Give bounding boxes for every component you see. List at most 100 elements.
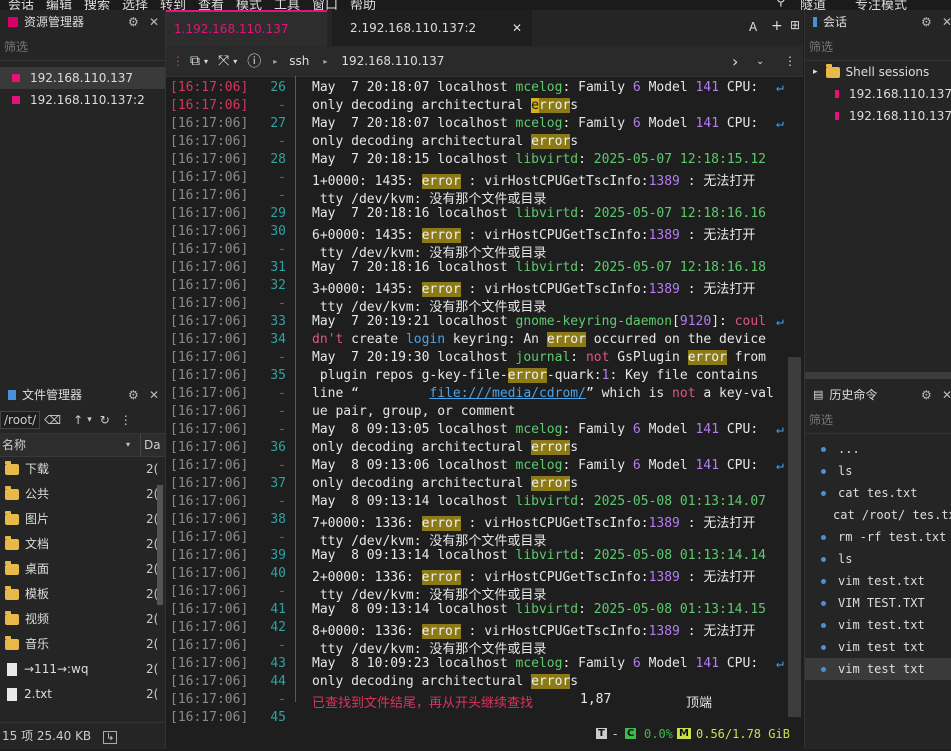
close-icon[interactable]: ✕: [942, 383, 951, 407]
file-row[interactable]: 图片 2(: [0, 507, 165, 532]
line-number: 29: [270, 206, 286, 221]
history-item[interactable]: ls: [805, 460, 951, 482]
new-tab-icon[interactable]: +: [771, 18, 783, 34]
close-icon[interactable]: ✕: [149, 10, 159, 34]
log-line: tty /dev/kvm: 没有那个文件或目录: [312, 300, 547, 315]
session-item[interactable]: 192.168.110.137: [805, 83, 951, 105]
history-item[interactable]: cat tes.txt: [805, 482, 951, 504]
column-date[interactable]: Da: [140, 434, 161, 456]
chevron-down-icon[interactable]: ▾: [233, 57, 237, 66]
log-line: plugin repos g-key-file-error-quark:1: K…: [312, 368, 759, 383]
cpu-icon: C: [625, 728, 637, 739]
history-item[interactable]: vim test txt: [805, 636, 951, 658]
disconnect-icon[interactable]: ⤧: [218, 53, 229, 69]
history-item[interactable]: vim test txt: [805, 658, 951, 680]
clear-icon[interactable]: ⌫: [44, 413, 61, 427]
close-icon[interactable]: ✕: [149, 383, 159, 407]
history-item[interactable]: rm -rf test.txt: [805, 526, 951, 548]
info-icon[interactable]: ⓘ: [247, 51, 261, 71]
file-list-scrollbar[interactable]: [157, 485, 163, 605]
session-manager-title: 资源管理器: [24, 15, 85, 29]
menu-view[interactable]: 查看: [198, 0, 224, 10]
file-row[interactable]: 下载 2(: [0, 457, 165, 482]
cursor-position: 1,87: [580, 692, 612, 707]
tab-session-1[interactable]: 1.192.168.110.137: [166, 10, 327, 46]
gear-icon[interactable]: ⚙: [128, 383, 139, 407]
history-item[interactable]: ls: [805, 548, 951, 570]
history-filter-input[interactable]: 筛选: [805, 407, 951, 434]
file-row[interactable]: 模板 2(: [0, 582, 165, 607]
menu-session[interactable]: 会话: [8, 0, 34, 10]
more-icon[interactable]: ⋮: [120, 413, 132, 427]
file-row[interactable]: 视频 2(: [0, 607, 165, 632]
chevron-down-icon[interactable]: ▾: [87, 415, 92, 425]
log-line: 3+0000: 1435: error : virHostCPUGetTscIn…: [312, 282, 756, 297]
menu-tunnel[interactable]: 隧道: [800, 0, 826, 10]
line-number: 34: [270, 332, 286, 347]
terminal-output[interactable]: [16:17:06] 26 [16:17:06] - [16:17:06] 27 [16:1…: [166, 76, 803, 736]
line-number: 33: [270, 314, 286, 329]
gear-icon[interactable]: ⚙: [921, 383, 932, 407]
up-arrow-icon[interactable]: ↑: [73, 413, 83, 427]
menu-tools[interactable]: 工具: [274, 0, 300, 10]
session-icon: [835, 90, 839, 98]
layout-icon[interactable]: ⊞: [790, 18, 800, 32]
drag-handle-icon[interactable]: ⋮: [172, 54, 184, 68]
chevron-down-icon[interactable]: ⌄: [756, 56, 764, 67]
close-icon[interactable]: ✕: [942, 10, 951, 34]
file-row[interactable]: 音乐 2(: [0, 632, 165, 657]
file-row[interactable]: 文档 2(: [0, 532, 165, 557]
chevron-down-icon[interactable]: ▾: [204, 57, 208, 66]
terminal-area: 1.192.168.110.137 2.192.168.110.137:2 ✕ …: [166, 10, 803, 749]
sessions-filter-input[interactable]: 筛选: [805, 34, 951, 61]
session-item[interactable]: 192.168.110.137: [805, 105, 951, 127]
menu-window[interactable]: 窗口: [312, 0, 338, 10]
menu-goto[interactable]: 转到: [160, 0, 186, 10]
session-group[interactable]: ▸ Shell sessions: [805, 61, 951, 83]
menu-edit[interactable]: 编辑: [46, 0, 72, 10]
new-session-icon[interactable]: ⧉: [190, 53, 200, 69]
path-input[interactable]: /root/: [0, 411, 41, 429]
horizontal-scrollbar[interactable]: [805, 372, 951, 379]
open-in-terminal-icon[interactable]: ↳: [103, 731, 118, 744]
wrap-marker-icon: ↵: [776, 80, 784, 95]
history-item[interactable]: vim test.txt: [805, 614, 951, 636]
chevron-right-icon[interactable]: ▸: [813, 61, 818, 83]
file-row[interactable]: 桌面 2(: [0, 557, 165, 582]
bullet-icon: [821, 578, 826, 584]
file-name: 音乐: [25, 637, 50, 651]
folder-icon: [5, 461, 19, 475]
menu-focus-mode[interactable]: 专注模式: [855, 0, 907, 10]
close-tab-icon[interactable]: ✕: [512, 10, 522, 46]
menu-search[interactable]: 搜索: [84, 0, 110, 10]
session-filter-input[interactable]: 筛选: [0, 34, 165, 61]
more-icon[interactable]: ⋮: [784, 54, 796, 68]
session-label: 192.168.110.137: [848, 109, 951, 123]
file-row[interactable]: 公共 2(: [0, 482, 165, 507]
menu-select[interactable]: 选择: [122, 0, 148, 10]
session-item[interactable]: 192.168.110.137: [0, 67, 165, 89]
history-item[interactable]: VIM TEST.TXT: [805, 592, 951, 614]
line-number: -: [278, 638, 286, 653]
gear-icon[interactable]: ⚙: [921, 10, 932, 34]
file-row[interactable]: →111→:wq 2(: [0, 657, 165, 682]
session-item[interactable]: 192.168.110.137:2: [0, 89, 165, 111]
chevron-right-icon[interactable]: ›: [732, 52, 738, 71]
file-row[interactable]: 2.txt 2(: [0, 682, 165, 707]
file-name: 模板: [25, 587, 50, 601]
gear-icon[interactable]: ⚙: [128, 10, 139, 34]
column-name[interactable]: 名称: [2, 434, 26, 456]
search-icon[interactable]: ⚲: [776, 0, 786, 9]
history-item[interactable]: vim test.txt: [805, 570, 951, 592]
history-item[interactable]: ...: [805, 438, 951, 460]
breadcrumb-arrow-icon: ▸: [273, 56, 278, 66]
sort-icon[interactable]: ▾: [126, 434, 130, 456]
tab-session-2[interactable]: 2.192.168.110.137:2 ✕: [332, 10, 532, 46]
refresh-icon[interactable]: ↻: [100, 413, 110, 427]
menu-mode[interactable]: 模式: [236, 0, 262, 10]
history-item[interactable]: cat /root/ tes.txt: [805, 504, 951, 526]
font-icon[interactable]: A: [749, 20, 757, 34]
terminal-scrollbar[interactable]: [788, 357, 801, 717]
history-icon: ▤: [813, 388, 824, 401]
menu-help[interactable]: 帮助: [350, 0, 376, 10]
